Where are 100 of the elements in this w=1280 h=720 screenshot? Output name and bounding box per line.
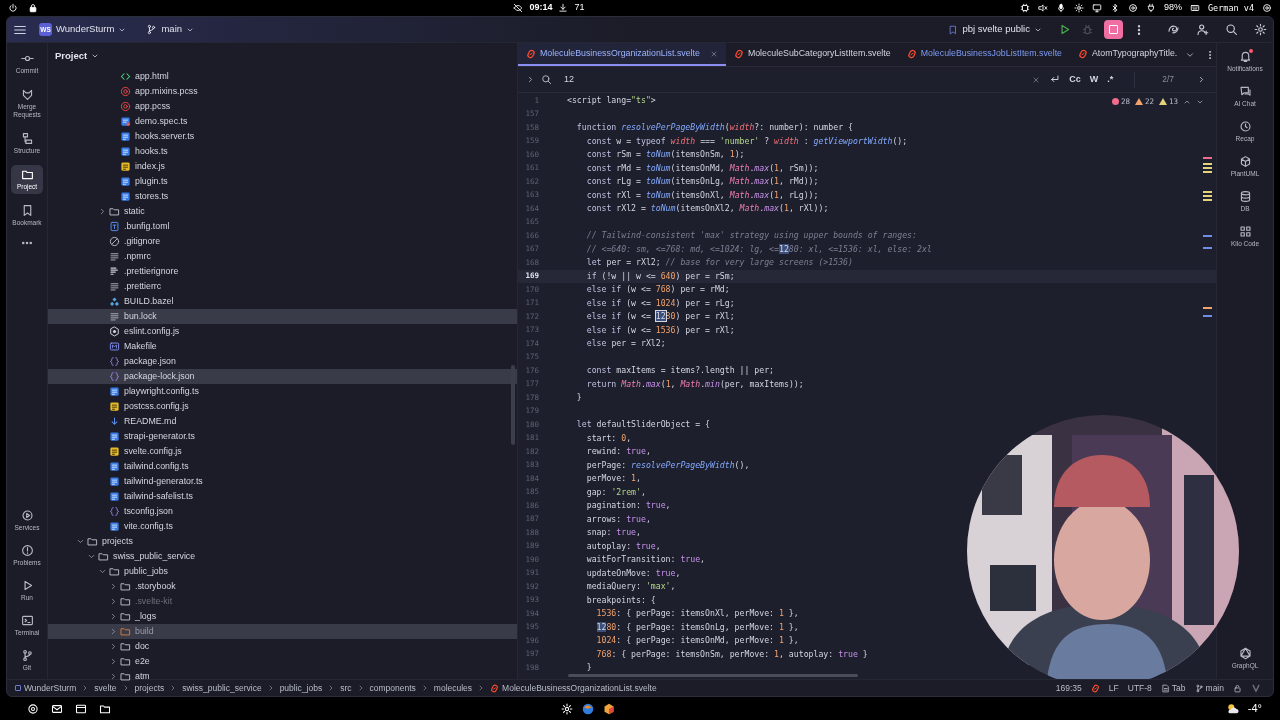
tree-item[interactable]: static [48, 204, 517, 219]
tree-item[interactable]: .storybook [48, 579, 517, 594]
globe-icon[interactable] [582, 702, 594, 715]
download-icon[interactable] [558, 3, 569, 13]
tree-item[interactable]: _logs [48, 609, 517, 624]
match-case-toggle[interactable]: Cc [1069, 72, 1081, 87]
chevron-down-icon[interactable] [76, 537, 85, 546]
chevron-right-icon[interactable] [526, 75, 535, 84]
launcher-icon[interactable] [27, 702, 39, 715]
tree-item[interactable]: eslint.config.js [48, 324, 517, 339]
clear-icon[interactable] [1032, 75, 1041, 84]
chevron-down-icon[interactable] [87, 552, 96, 561]
eye-off-icon[interactable] [513, 3, 524, 13]
tree-item[interactable]: app.mixins.pcss [48, 84, 517, 99]
tree-item[interactable]: build [48, 624, 517, 639]
run-icon[interactable] [1058, 23, 1071, 36]
breadcrumb[interactable]: MoleculeBusinessOrganizationList.svelte [490, 681, 657, 695]
tree-item[interactable]: atm [48, 669, 517, 684]
tree-item[interactable]: .npmrc [48, 249, 517, 264]
editor-tab[interactable]: AtomTypographyTitle. [1070, 43, 1186, 66]
chevron-right-icon[interactable] [98, 207, 107, 216]
tree-item[interactable]: projects [48, 534, 517, 549]
tree-item[interactable]: public_jobs [48, 564, 517, 579]
chevron-right-icon[interactable] [109, 612, 118, 621]
horizontal-scrollbar[interactable] [568, 674, 858, 677]
editor-tab[interactable]: MoleculeBusinessOrganizationList.svelte [518, 43, 726, 66]
chevron-right-icon[interactable] [109, 657, 118, 666]
tree-item[interactable]: svelte.config.js [48, 444, 517, 459]
breadcrumb[interactable]: components [369, 681, 416, 695]
chevron-right-icon[interactable] [109, 627, 118, 636]
vertical-scrollbar[interactable] [511, 365, 515, 445]
tree-item[interactable]: strapi-generator.ts [48, 429, 517, 444]
chevron-right-icon[interactable] [109, 597, 118, 606]
check-icon[interactable] [1251, 683, 1261, 693]
cursor-position[interactable]: 169:35 [1055, 681, 1082, 695]
tree-item[interactable]: plugin.ts [48, 174, 517, 189]
tree-item[interactable]: .prettierrc [48, 279, 517, 294]
stop-button[interactable] [1104, 20, 1123, 39]
breadcrumb[interactable]: src [340, 681, 352, 695]
tree-item[interactable]: stores.ts [48, 189, 517, 204]
next-match-icon[interactable] [1197, 75, 1206, 84]
editor-tab[interactable]: MoleculeSubCategoryListItem.svelte [725, 43, 899, 66]
search-field[interactable]: 12 [541, 69, 1033, 90]
tree-item[interactable]: .bunfig.toml [48, 219, 517, 234]
panel-title[interactable]: Project [55, 48, 100, 64]
chevron-right-icon[interactable] [109, 642, 118, 651]
cube-icon[interactable] [603, 702, 615, 715]
tree-item[interactable]: tailwind-safelist.ts [48, 489, 517, 504]
muted-speaker-icon[interactable] [1037, 3, 1048, 13]
close-icon[interactable] [709, 49, 718, 58]
tree-item[interactable]: tailwind.config.ts [48, 459, 517, 474]
newline-icon[interactable] [1049, 74, 1061, 85]
ring-icon[interactable] [1262, 3, 1272, 13]
window-icon[interactable] [75, 702, 87, 715]
tree-item[interactable]: tailwind-generator.ts [48, 474, 517, 489]
microphone-icon[interactable] [1055, 3, 1066, 13]
breadcrumb[interactable]: svelte [94, 681, 117, 695]
cpu-icon[interactable] [1019, 3, 1030, 13]
weather-icon[interactable] [1225, 702, 1240, 715]
breadcrumb[interactable]: swiss_public_service [182, 681, 262, 695]
tree-item[interactable]: demo.spec.ts [48, 114, 517, 129]
tree-item[interactable]: doc [48, 639, 517, 654]
tree-item[interactable]: hooks.server.ts [48, 129, 517, 144]
tree-item[interactable]: README.md [48, 414, 517, 429]
tree-item[interactable]: package.json [48, 354, 517, 369]
swirl-icon[interactable] [1167, 23, 1180, 36]
mail-icon[interactable] [51, 702, 63, 715]
tree-item[interactable]: bun.lock [48, 309, 517, 324]
tree-item[interactable]: app.pcss [48, 99, 517, 114]
chevron-down-icon[interactable] [98, 567, 107, 576]
power-icon[interactable] [8, 3, 18, 13]
tree-item[interactable]: vite.config.ts [48, 519, 517, 534]
tree-item[interactable]: Makefile [48, 339, 517, 354]
tree-item[interactable]: e2e [48, 654, 517, 669]
run-configuration-selector[interactable]: pbj svelte public [948, 22, 1042, 37]
breadcrumb[interactable]: WunderSturm [15, 681, 77, 695]
lock-icon[interactable] [28, 3, 38, 13]
folder-icon[interactable] [99, 702, 111, 715]
tree-item[interactable]: tsconfig.json [48, 504, 517, 519]
regex-toggle[interactable]: .* [1107, 72, 1114, 87]
breadcrumb[interactable]: molecules [433, 681, 473, 695]
breadcrumb[interactable]: projects [134, 681, 165, 695]
tree-item[interactable]: app.html [48, 69, 517, 84]
editor-tab[interactable]: MoleculeBusinessJobListItem.svelte [898, 43, 1070, 66]
file-encoding[interactable]: UTF-8 [1127, 681, 1152, 695]
tree-item[interactable]: .gitignore [48, 234, 517, 249]
tree-item[interactable]: postcss.config.js [48, 399, 517, 414]
ring-icon[interactable] [1127, 3, 1138, 13]
breadcrumb[interactable]: public_jobs [279, 681, 323, 695]
tree-item[interactable]: BUILD.bazel [48, 294, 517, 309]
add-user-icon[interactable] [1196, 23, 1209, 36]
tree-item[interactable]: index.js [48, 159, 517, 174]
keyboard-layout[interactable]: German v4 [1207, 1, 1254, 15]
tree-item[interactable]: .prettierignore [48, 264, 517, 279]
settings-icon[interactable] [1254, 23, 1267, 36]
tree-item[interactable]: playwright.config.ts [48, 384, 517, 399]
chevron-right-icon[interactable] [109, 582, 118, 591]
monitor-icon[interactable] [1091, 3, 1102, 13]
tree-item[interactable]: package-lock.json [48, 369, 517, 384]
branch-widget[interactable]: main [1194, 681, 1224, 695]
